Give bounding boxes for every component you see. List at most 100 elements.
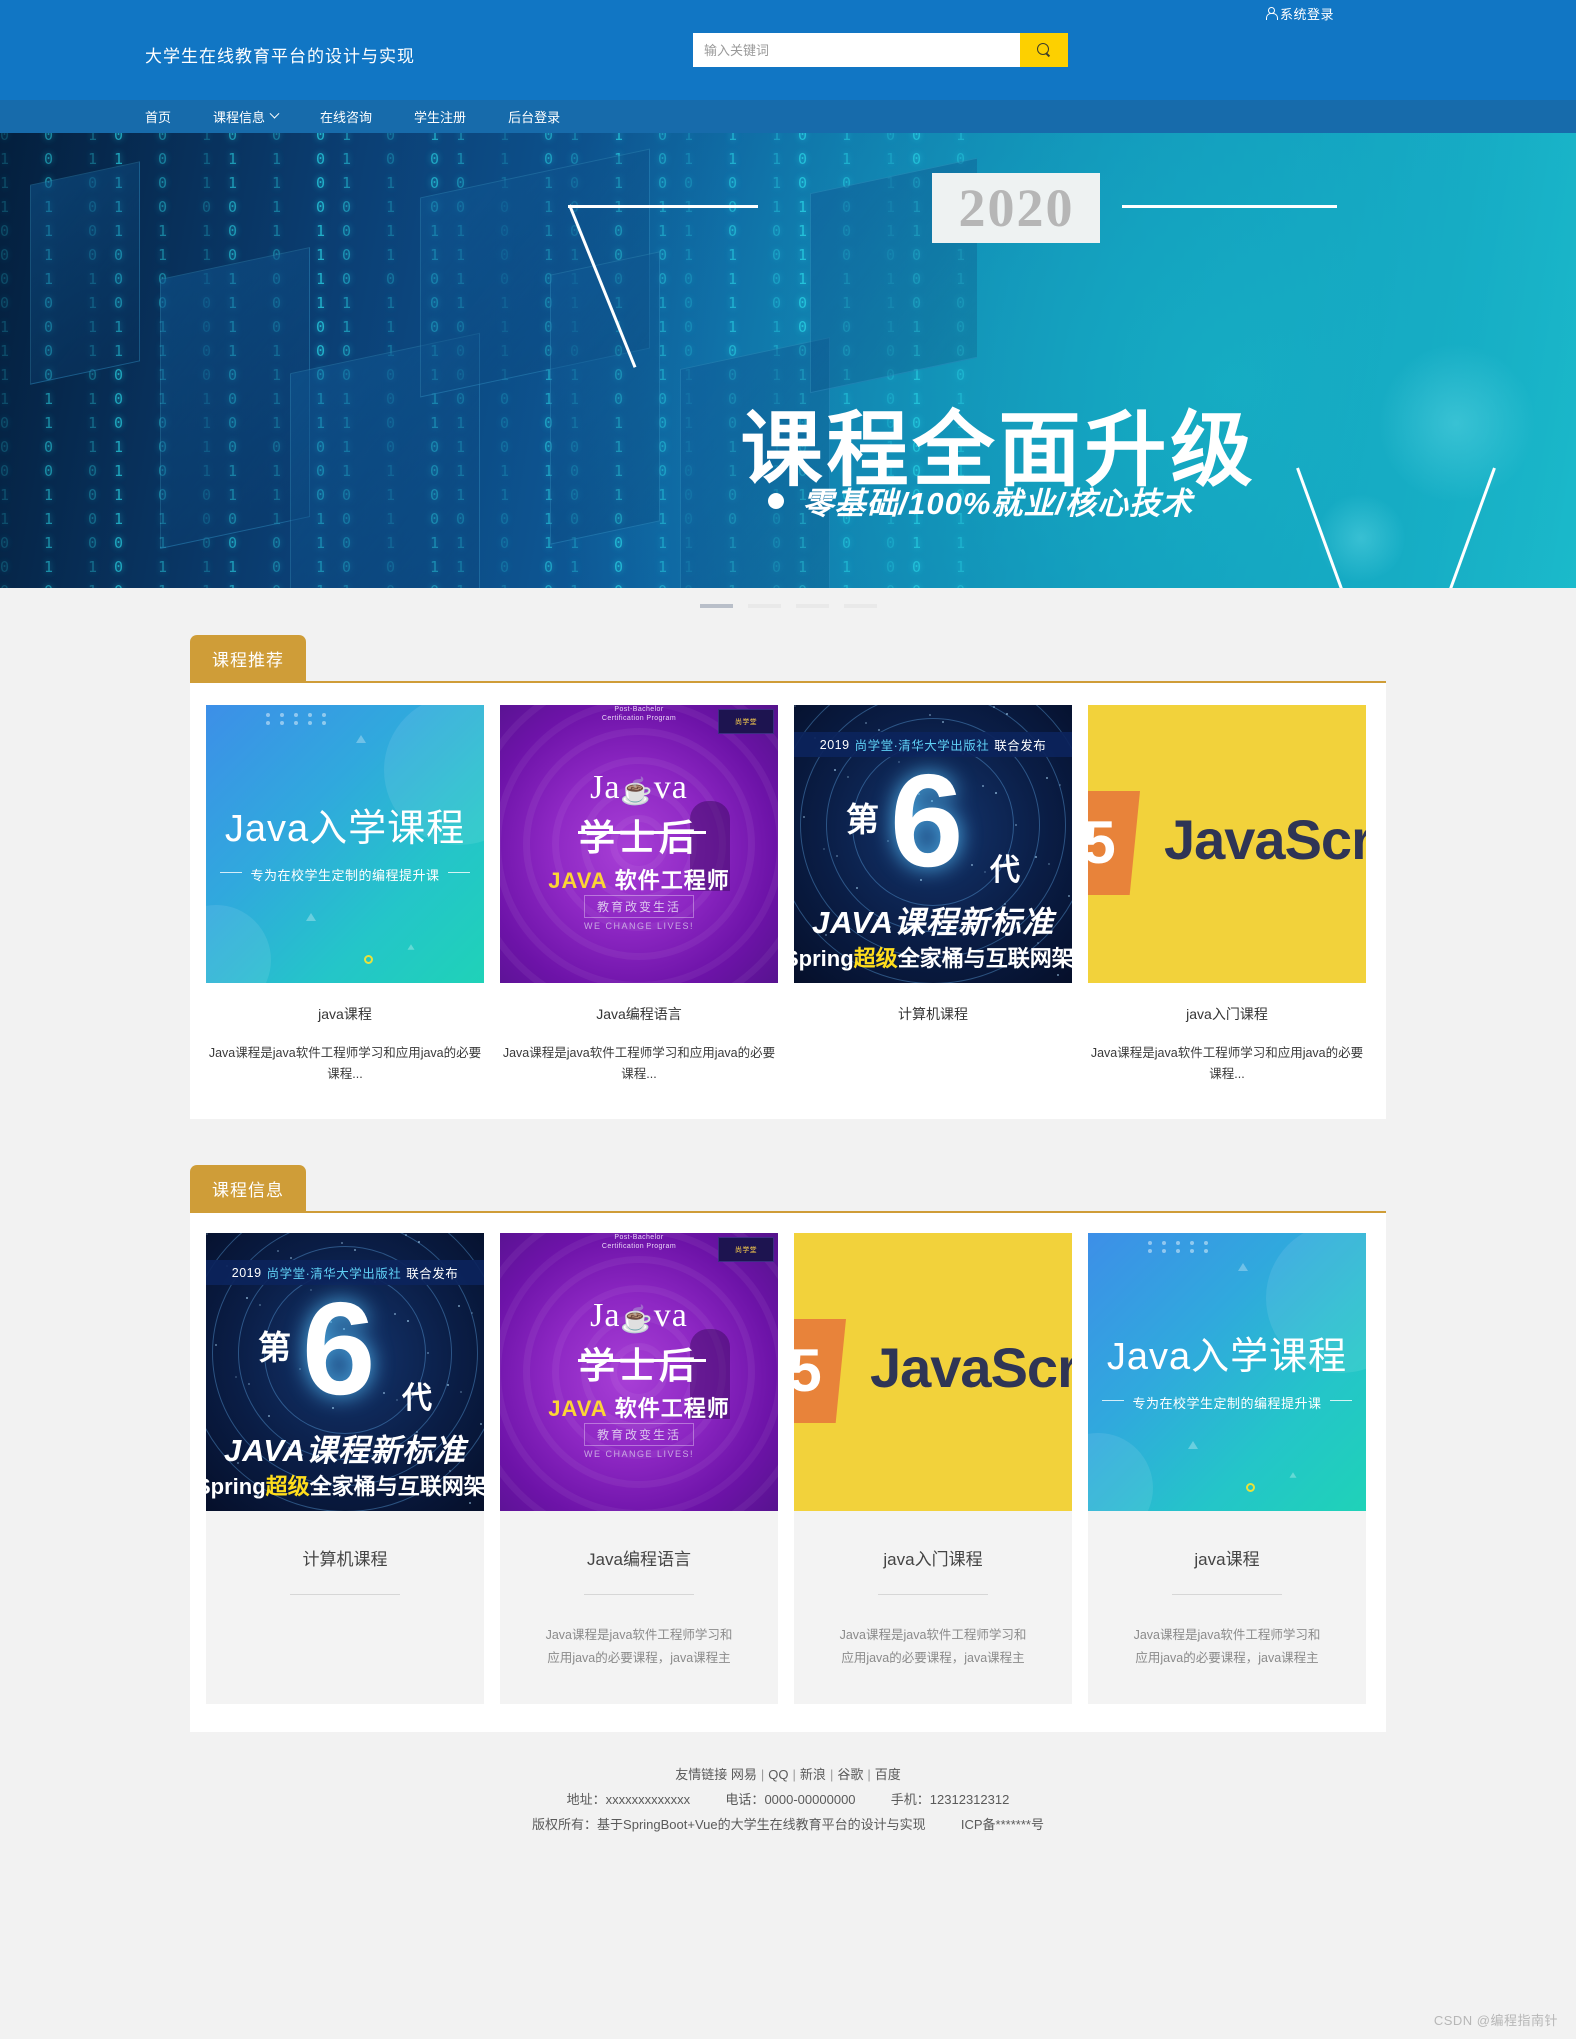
footer-link-3[interactable]: 新浪: [800, 1767, 826, 1782]
section-body: 2019尚学堂·清华大学出版社联合发布第6代JAVA课程新标准Spring超级全…: [190, 1213, 1386, 1732]
footer-link-4[interactable]: 谷歌: [837, 1767, 863, 1782]
system-login-label: 系统登录: [1279, 6, 1334, 22]
course-thumbnail[interactable]: 2019尚学堂·清华大学出版社联合发布第6代JAVA课程新标准Spring超级全…: [794, 705, 1072, 983]
hero-carousel[interactable]: 0 1 1 1 0 0 0 0 1 1 1 1 0 0 0 1 1 0 0 0 …: [0, 133, 1576, 588]
thumb-headline: Java入学课程: [224, 808, 466, 850]
footer-link-separator: |: [792, 1767, 796, 1782]
hero-line: [1122, 205, 1338, 208]
nav-item-4[interactable]: 学生注册: [414, 107, 466, 126]
publisher-badge: 尚学堂: [718, 1237, 774, 1262]
carousel-dot-1[interactable]: [699, 604, 733, 608]
course-description: Java课程是java软件工程师学习和应用java的必要课程，java课程主: [839, 1628, 1027, 1665]
course-thumbnail[interactable]: Java入学课程专为在校学生定制的编程提升课: [206, 705, 484, 983]
carousel-dot-4[interactable]: [843, 604, 877, 608]
dot-grid-decoration: [1148, 1241, 1214, 1253]
course-title: java课程: [318, 1006, 372, 1022]
course-thumb-javascript: 5 JavaScript: [794, 1233, 1072, 1511]
course-thumbnail[interactable]: 2019尚学堂·清华大学出版社联合发布第6代JAVA课程新标准Spring超级全…: [206, 1233, 484, 1511]
ring-decoration: [1246, 1483, 1255, 1492]
thumb-di: 第: [846, 801, 879, 838]
hero-slab: [160, 247, 310, 549]
thumb-brand: Ja☕va: [590, 1297, 688, 1334]
hero-subline-wrap: 零基础/100%就业/核心技术: [768, 478, 1193, 523]
nav-item-label: 学生注册: [414, 110, 467, 125]
course-card[interactable]: 尚学堂 Ja☕va 学士后 Post-Bachelor Certification Pr…: [500, 1233, 778, 1704]
thumb-program: 学士后: [578, 1345, 700, 1386]
main-nav: 首页 课程信息 在线咨询 学生注册 后台登录: [0, 100, 1576, 133]
person-icon: [1265, 6, 1278, 20]
thumb-spring: Spring超级全家桶与互联网架构: [794, 946, 1072, 971]
section-body: Java入学课程专为在校学生定制的编程提升课 java课程 Java课程是java软…: [190, 683, 1386, 1119]
thumb-dai: 代: [990, 854, 1020, 887]
course-card[interactable]: 尚学堂 Ja☕va 学士后 Post-Bachelor Certification Pr…: [500, 705, 778, 1085]
course-thumb-java-entry: Java入学课程专为在校学生定制的编程提升课: [206, 705, 484, 983]
system-login-link[interactable]: 系统登录: [1265, 4, 1334, 23]
course-thumb-java-standard: 2019尚学堂·清华大学出版社联合发布第6代JAVA课程新标准Spring超级全…: [794, 705, 1072, 983]
course-title: 计算机课程: [302, 1550, 388, 1569]
course-title: java课程: [1194, 1550, 1260, 1569]
search-button[interactable]: [1020, 33, 1068, 67]
thumb-slogan: 教育改变生活: [583, 895, 695, 918]
footer-address-label: 地址：: [566, 1792, 606, 1807]
chevron-down-icon: [269, 108, 280, 119]
course-thumbnail[interactable]: 尚学堂 Ja☕va 学士后 Post-Bachelor Certification Pr…: [500, 1233, 778, 1511]
divider: [878, 1594, 988, 1595]
course-thumb-java-entry: Java入学课程 专为在校学生定制的编程提升课: [1088, 1233, 1366, 1511]
footer-link-separator: |: [829, 1767, 834, 1782]
site-header: 系统登录 大学生在线教育平台的设计与实现: [0, 0, 1576, 100]
divider: [290, 1594, 400, 1595]
dot-grid-decoration: [266, 713, 332, 725]
section-header: 课程推荐: [190, 635, 1386, 683]
footer-link-separator: |: [760, 1767, 765, 1782]
course-thumbnail[interactable]: 5 JavaScript: [1088, 705, 1366, 983]
divider: [584, 1594, 694, 1595]
section-2: 课程信息2019尚学堂·清华大学出版社联合发布第6代JAVA课程新标准Sprin…: [190, 1165, 1386, 1732]
footer-link-1[interactable]: 网易: [731, 1767, 757, 1782]
carousel-dot-3[interactable]: [795, 604, 829, 608]
carousel-indicators: [0, 604, 1576, 608]
thumb-spring: Spring超级全家桶与互联网架构: [206, 1474, 484, 1499]
course-thumbnail[interactable]: 5 JavaScript: [794, 1233, 1072, 1511]
search-input[interactable]: [693, 33, 1020, 67]
course-card[interactable]: 2019尚学堂·清华大学出版社联合发布第6代JAVA课程新标准Spring超级全…: [794, 705, 1072, 1085]
footer-tel-value: 0000-00000000: [764, 1792, 856, 1807]
triangle-decoration: [356, 735, 366, 743]
footer-link-2[interactable]: QQ: [768, 1767, 788, 1782]
nav-item-1[interactable]: 首页: [145, 107, 171, 126]
footer-mobile-label: 手机：: [890, 1792, 930, 1807]
course-description: Java课程是java软件工程师学习和应用java的必要课程，java课程主: [1133, 1628, 1321, 1665]
footer-mobile-value: 12312312312: [929, 1792, 1010, 1807]
course-thumb-java-engineer: 尚学堂 Ja☕va 学士后 Post-Bachelor Certification Pr…: [500, 705, 778, 983]
thumb-subline: 专为在校学生定制的编程提升课: [250, 868, 440, 883]
course-card[interactable]: Java入学课程 专为在校学生定制的编程提升课 java课程 Java课程是java软…: [1088, 1233, 1366, 1704]
footer-link-5[interactable]: 百度: [875, 1767, 901, 1782]
triangle-decoration: [407, 944, 415, 950]
nav-item-label: 课程信息: [213, 110, 266, 125]
thumb-logo-text: JavaScript: [870, 1336, 1072, 1399]
course-title: Java编程语言: [587, 1550, 691, 1569]
triangle-decoration: [1289, 1472, 1297, 1478]
page-main: 课程推荐 Java入学课程专为在校学生定制的编程提升课 java课程 Java课程是j…: [0, 635, 1576, 1732]
ring-decoration: [364, 955, 373, 964]
course-card[interactable]: Java入学课程专为在校学生定制的编程提升课 java课程 Java课程是java软…: [206, 705, 484, 1085]
course-description: Java课程是java软件工程师学习和应用java的必要课程，java课程主: [545, 1628, 733, 1665]
hero-text-block: 2020 课程全面升级 零基础/100%就业/核心技术: [568, 133, 1576, 588]
nav-item-3[interactable]: 在线咨询: [320, 107, 372, 126]
thumb-dai: 代: [402, 1382, 432, 1415]
nav-item-5[interactable]: 后台登录: [508, 107, 560, 126]
footer-icp: ICP备*******号: [960, 1817, 1044, 1832]
course-thumb-java-engineer: 尚学堂 Ja☕va 学士后 Post-Bachelor Certification Pr…: [500, 1233, 778, 1511]
nav-item-2[interactable]: 课程信息: [213, 107, 280, 126]
carousel-dot-2[interactable]: [747, 604, 781, 608]
course-thumbnail[interactable]: Java入学课程 专为在校学生定制的编程提升课: [1088, 1233, 1366, 1511]
thumb-role: JAVA 软件工程师: [548, 868, 730, 893]
thumb-slogan-en: WE CHANGE LIVES!: [583, 921, 695, 931]
course-description: Java课程是java软件工程师学习和应用java的必要课程...: [208, 1046, 482, 1081]
course-card[interactable]: 2019尚学堂·清华大学出版社联合发布第6代JAVA课程新标准Spring超级全…: [206, 1233, 484, 1704]
footer-links-line: 友情链接 网易 | QQ | 新浪 | 谷歌 | 百度: [0, 1762, 1576, 1787]
nav-item-label: 后台登录: [508, 110, 561, 125]
hero-vee-decoration: [1276, 467, 1516, 588]
course-thumbnail[interactable]: 尚学堂 Ja☕va 学士后 Post-Bachelor Certification Pr…: [500, 705, 778, 983]
course-card[interactable]: 5 JavaScript java入门课程 Java课程是java软件工程师学习和应用…: [794, 1233, 1072, 1704]
course-card[interactable]: 5 JavaScript java入门课程 Java课程是java软件工程师学习和应用…: [1088, 705, 1366, 1085]
